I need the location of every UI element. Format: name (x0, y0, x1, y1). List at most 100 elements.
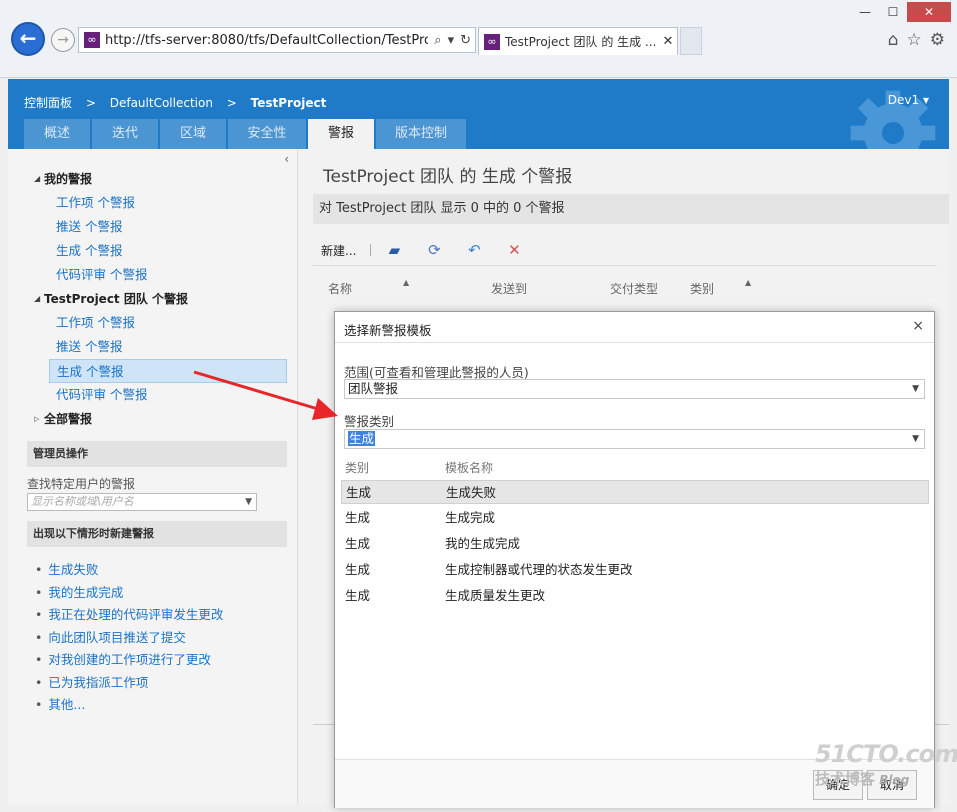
sidebar-item-team-workitem[interactable]: 工作项 个警报 (8, 311, 297, 335)
new-alert-link-label[interactable]: 对我创建的工作项进行了更改 (48, 652, 211, 667)
column-send-to[interactable]: 发送到 (491, 280, 527, 297)
search-icon[interactable]: ⌕ (434, 33, 441, 48)
template-row[interactable]: 生成 生成完成 (341, 506, 929, 530)
new-alert-link[interactable]: • 向此团队项目推送了提交 (8, 627, 297, 650)
expanded-triangle-icon[interactable]: ◢ (34, 167, 40, 191)
column-delivery-type[interactable]: 交付类型 (610, 280, 658, 297)
window-controls: — ☐ ✕ (851, 2, 951, 22)
new-alert-header: 出现以下情形时新建警报 (27, 521, 287, 547)
scope-value: 团队警报 (348, 381, 399, 396)
template-row[interactable]: 生成 生成质量发生更改 (341, 584, 929, 608)
tab-alerts[interactable]: 警报 (308, 119, 374, 149)
new-alert-link[interactable]: • 对我创建的工作项进行了更改 (8, 649, 297, 672)
sort-ascending-icon: ▲ (745, 278, 752, 287)
dropdown-icon[interactable]: ▼ (912, 380, 919, 398)
back-button[interactable]: ← (11, 22, 45, 56)
sidebar-item-team-codereview[interactable]: 代码评审 个警报 (8, 383, 297, 407)
visual-studio-icon: ∞ (84, 32, 100, 48)
toolbar: 新建... ▰ ⟳ ↶ ✕ (321, 237, 545, 263)
new-alert-link[interactable]: • 我的生成完成 (8, 582, 297, 605)
sidebar-item-my-push[interactable]: 推送 个警报 (8, 215, 297, 239)
bullet-icon: • (35, 562, 43, 577)
sidebar-item-team-push[interactable]: 推送 个警报 (8, 335, 297, 359)
tfs-header: 控制面板 > DefaultCollection > TestProject D… (8, 79, 949, 149)
refresh-icon[interactable]: ↻ (460, 33, 471, 48)
watermark-site: 51CTO.com (815, 740, 957, 768)
new-alert-link-label[interactable]: 生成失败 (48, 562, 98, 577)
collapsed-triangle-icon[interactable]: ▷ (34, 407, 39, 431)
new-alert-link[interactable]: • 我正在处理的代码评审发生更改 (8, 604, 297, 627)
user-name[interactable]: Dev1 (888, 93, 919, 107)
template-row[interactable]: 生成 我的生成完成 (341, 532, 929, 556)
new-alert-link-label[interactable]: 向此团队项目推送了提交 (48, 630, 186, 645)
template-name: 生成完成 (445, 510, 496, 525)
new-alert-link[interactable]: • 其他... (8, 694, 297, 717)
dropdown-icon[interactable]: ▾ (448, 33, 455, 48)
group-label: 全部警报 (44, 412, 93, 426)
new-tab-button[interactable] (680, 27, 702, 55)
browser-tab[interactable]: ∞ TestProject 团队 的 生成 ... ✕ (478, 27, 678, 55)
group-label: TestProject 团队 个警报 (44, 292, 189, 306)
save-icon[interactable]: ▰ (385, 241, 403, 259)
watermark-blog: Blog (879, 773, 910, 787)
expanded-triangle-icon[interactable]: ◢ (34, 287, 40, 311)
tab-version-control[interactable]: 版本控制 (376, 119, 466, 149)
all-alerts-group[interactable]: ▷ 全部警报 (8, 407, 297, 431)
minimize-icon[interactable]: — (851, 2, 879, 22)
tab-security[interactable]: 安全性 (228, 119, 306, 149)
delete-icon[interactable]: ✕ (505, 241, 523, 259)
home-icon[interactable]: ⌂ (888, 30, 899, 50)
divider (335, 342, 934, 343)
sidebar-item-team-build[interactable]: 生成 个警报 (49, 359, 287, 383)
my-alerts-group[interactable]: ◢ 我的警报 (8, 167, 297, 191)
undo-icon[interactable]: ↶ (465, 241, 483, 259)
team-alerts-group[interactable]: ◢ TestProject 团队 个警报 (8, 287, 297, 311)
template-row[interactable]: 生成 生成控制器或代理的状态发生更改 (341, 558, 929, 582)
template-category: 生成 (346, 485, 372, 500)
tab-overview[interactable]: 概述 (24, 119, 90, 149)
favorites-icon[interactable]: ☆ (907, 30, 922, 50)
template-row[interactable]: 生成 生成失败 (341, 480, 929, 504)
breadcrumb-project[interactable]: TestProject (251, 96, 327, 110)
maximize-icon[interactable]: ☐ (879, 2, 907, 22)
new-alert-link-label[interactable]: 我正在处理的代码评审发生更改 (48, 607, 223, 622)
bullet-icon: • (35, 674, 43, 690)
breadcrumb-collection[interactable]: DefaultCollection (110, 96, 213, 110)
alerts-grid-header: 名称 ▲ 发送到 交付类型 类别 ▲ (313, 265, 937, 301)
dropdown-icon[interactable]: ▼ (912, 430, 919, 448)
category-select[interactable]: 生成 ▼ (344, 429, 925, 449)
forward-button[interactable]: → (51, 28, 75, 52)
breadcrumb-control-panel[interactable]: 控制面板 (24, 96, 72, 110)
bullet-icon: • (35, 629, 43, 645)
tab-areas[interactable]: 区域 (160, 119, 226, 149)
sidebar-item-my-workitem[interactable]: 工作项 个警报 (8, 191, 297, 215)
template-name: 生成控制器或代理的状态发生更改 (445, 562, 633, 577)
new-alert-link-label[interactable]: 已为我指派工作项 (48, 675, 148, 690)
close-window-icon[interactable]: ✕ (907, 2, 951, 22)
dropdown-icon[interactable]: ▼ (245, 494, 252, 510)
new-alert-link[interactable]: • 已为我指派工作项 (8, 672, 297, 695)
tab-iterations[interactable]: 迭代 (92, 119, 158, 149)
scope-select[interactable]: 团队警报 ▼ (344, 379, 925, 399)
new-alert-link-label[interactable]: 我的生成完成 (48, 585, 123, 600)
close-icon[interactable]: × (912, 318, 924, 334)
new-alert-link[interactable]: • 生成失败 (8, 559, 297, 582)
refresh-icon[interactable]: ⟳ (425, 241, 443, 259)
address-url[interactable]: http://tfs-server:8080/tfs/DefaultCollec… (105, 33, 428, 48)
address-bar[interactable]: ∞ http://tfs-server:8080/tfs/DefaultColl… (78, 27, 476, 53)
new-alert-button[interactable]: 新建... (321, 242, 356, 259)
category-label: 警报类别 (344, 414, 395, 429)
collapse-icon[interactable]: ‹ (284, 152, 289, 166)
new-alert-link-label[interactable]: 其他... (48, 697, 85, 712)
settings-gear-icon[interactable]: ⚙ (930, 30, 945, 50)
template-name: 我的生成完成 (445, 536, 521, 551)
sidebar-item-my-build[interactable]: 生成 个警报 (8, 239, 297, 263)
template-category: 生成 (345, 536, 371, 551)
user-menu[interactable]: Dev1 ▾ (888, 93, 929, 107)
find-user-input[interactable]: 显示名称或域\用户名 ▼ (27, 493, 257, 511)
column-name[interactable]: 名称 (328, 280, 352, 297)
sidebar-item-my-codereview[interactable]: 代码评审 个警报 (8, 263, 297, 287)
column-category[interactable]: 类别 (690, 280, 714, 297)
tab-close-icon[interactable]: ✕ (659, 34, 677, 49)
template-name: 生成失败 (446, 485, 497, 500)
